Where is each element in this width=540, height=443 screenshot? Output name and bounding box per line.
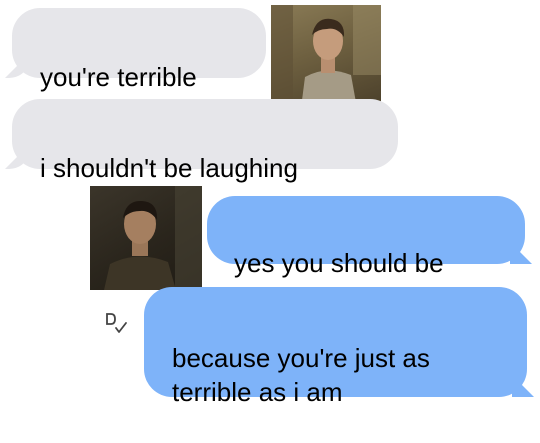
read-check-icon [103, 309, 131, 337]
contact-photo-2 [90, 186, 202, 290]
contact-photo-2-figure [104, 186, 202, 290]
message-text: yes you should be [234, 248, 444, 278]
sent-message-1: yes you should be [207, 196, 525, 278]
message-text: you're terrible [40, 62, 197, 92]
sent-message-2: because you're just as terrible as i am [144, 287, 527, 407]
contact-photo-1-figure [271, 5, 381, 108]
contact-photo-1 [271, 5, 381, 108]
received-message-1: you're terrible [12, 8, 266, 92]
message-text: because you're just as terrible as i am [172, 343, 430, 407]
received-message-2: i shouldn't be laughing [12, 99, 398, 183]
message-text: i shouldn't be laughing [40, 153, 298, 183]
